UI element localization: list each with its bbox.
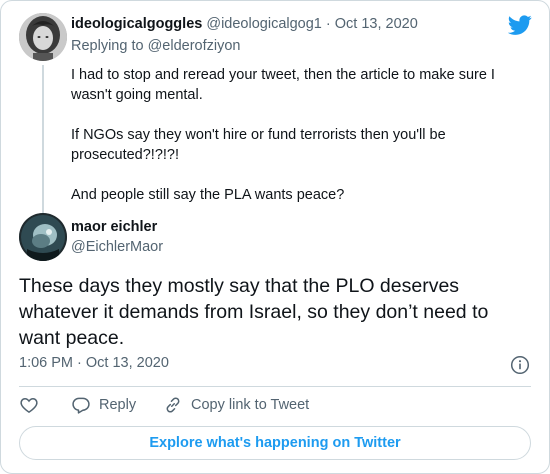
info-icon[interactable]: [510, 355, 530, 375]
replying-to-label: Replying to: [71, 38, 148, 54]
replying-to-line: Replying to @elderofziyon: [71, 38, 240, 54]
parent-paragraph: I had to stop and reread your tweet, the…: [71, 67, 495, 103]
reply-label: Reply: [99, 397, 137, 413]
author-avatar[interactable]: [19, 213, 67, 261]
parent-author-name[interactable]: ideologicalgoggles: [71, 16, 202, 32]
author-name[interactable]: maor eichler: [71, 219, 157, 235]
main-tweet-text: These days they mostly say that the PLO …: [19, 275, 489, 349]
divider: [19, 386, 531, 387]
parent-date[interactable]: Oct 13, 2020: [335, 16, 418, 32]
thread-connector-line: [42, 65, 44, 217]
twitter-bird-icon[interactable]: [508, 13, 532, 37]
like-button[interactable]: [19, 395, 47, 415]
reply-bubble-icon: [72, 397, 90, 414]
parent-tweet-text: I had to stop and reread your tweet, the…: [71, 65, 511, 205]
link-icon: [166, 397, 180, 413]
parent-paragraph: And people still say the PLA wants peace…: [71, 187, 345, 203]
author-handle[interactable]: @EichlerMaor: [71, 239, 163, 255]
replying-to-mention[interactable]: @elderofziyon: [148, 38, 241, 54]
parent-author-handle[interactable]: @ideologicalgog1: [206, 16, 322, 32]
main-tweet-header: maor eichler @EichlerMaor: [19, 213, 531, 263]
parent-avatar[interactable]: [19, 13, 67, 61]
explore-twitter-button[interactable]: Explore what's happening on Twitter: [19, 426, 531, 460]
heart-icon: [20, 397, 38, 413]
tweet-timestamp[interactable]: 1:06 PM · Oct 13, 2020: [19, 355, 169, 371]
copy-link-label: Copy link to Tweet: [191, 397, 310, 413]
parent-paragraph: If NGOs say they won't hire or fund terr…: [71, 127, 446, 163]
tweet-embed-card: ideologicalgoggles @ideologicalgog1 · Oc…: [0, 0, 550, 474]
reply-button[interactable]: Reply: [71, 395, 136, 415]
copy-link-button[interactable]: Copy link to Tweet: [163, 395, 309, 415]
parent-header: ideologicalgoggles @ideologicalgog1 · Oc…: [71, 14, 418, 34]
header-separator: ·: [325, 16, 331, 32]
